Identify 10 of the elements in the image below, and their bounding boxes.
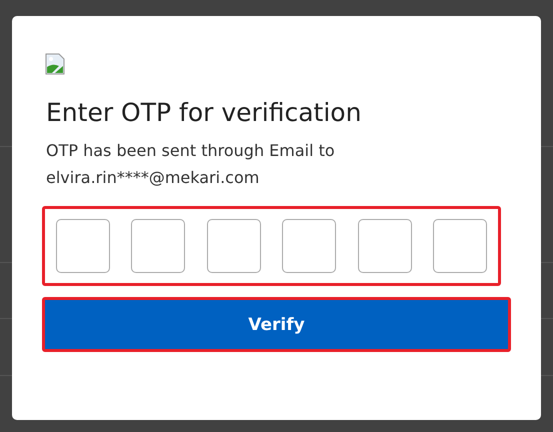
verify-button[interactable]: Verify: [42, 297, 511, 352]
otp-digit-field[interactable]: [56, 219, 110, 273]
broken-image-icon: [45, 53, 67, 75]
otp-digit-field[interactable]: [206, 219, 261, 273]
otp-digit-field[interactable]: [432, 219, 487, 273]
otp-digit-field[interactable]: [131, 219, 186, 273]
dialog-title: Enter OTP for verification: [46, 97, 362, 129]
otp-digit-field[interactable]: [358, 219, 412, 273]
otp-digit-field[interactable]: [282, 219, 336, 273]
dialog-message: OTP has been sent through Email to elvira.rin****@mekari.com: [46, 140, 336, 189]
